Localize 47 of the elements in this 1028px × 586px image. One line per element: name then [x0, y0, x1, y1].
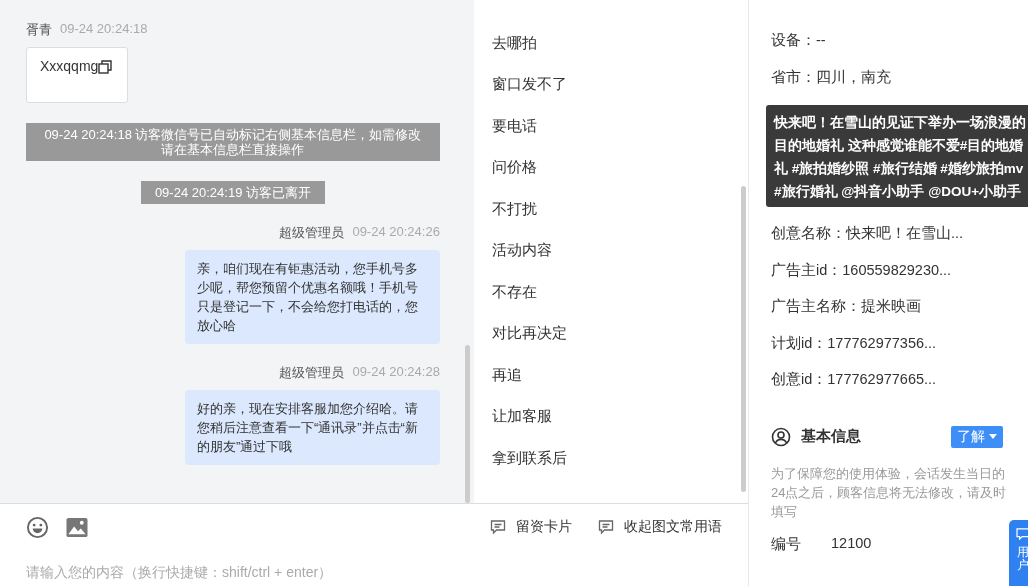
- phrase-item[interactable]: 不存在: [491, 271, 748, 313]
- phrase-item[interactable]: 问价格: [491, 147, 748, 189]
- caret-icon: [989, 434, 997, 439]
- scrollbar[interactable]: [464, 345, 470, 503]
- info-field: 创意id：177762977665...: [771, 371, 937, 387]
- notice-text: 为了保障您的使用体验，会话发生当日的24点之后，顾客信息将无法修改，请及时填写: [771, 464, 1008, 521]
- phrase-item[interactable]: 对比再决定: [491, 313, 748, 355]
- phrase-item[interactable]: 再追: [491, 354, 748, 396]
- info-field: 创意名称：快来吧！在雪山...: [771, 225, 964, 241]
- chat-bubble-icon: [1016, 528, 1028, 540]
- chat-bubble-icon: [490, 519, 506, 535]
- message-time: 09-24 20:24:18: [60, 21, 148, 38]
- info-field: 广告主名称：提米映画: [771, 298, 921, 314]
- action-button[interactable]: 留资卡片: [490, 518, 572, 536]
- message-bubble: Xxxqqmg: [26, 47, 128, 103]
- phrase-item[interactable]: 让加客服: [491, 396, 748, 438]
- system-notice: 09-24 20:24:18 访客微信号已自动标记右侧基本信息栏，如需修改请在基本信息栏直接操作: [26, 123, 440, 161]
- info-field: 省市：四川，南充: [771, 68, 891, 85]
- message-time: 09-24 20:24:26: [352, 224, 440, 241]
- field-value: 12100: [831, 534, 872, 553]
- scrollbar[interactable]: [741, 186, 746, 492]
- phrase-item[interactable]: 窗口发不了: [491, 64, 748, 106]
- message-bubble: 亲，咱们现在有钜惠活动，您手机号多少呢，帮您预留个优惠名额哦！手机号只是登记一下，不会给您打电话的，您放心哈: [184, 250, 440, 344]
- phrase-item[interactable]: 拿到联系后: [491, 437, 748, 479]
- message-time: 09-24 20:24:28: [352, 364, 440, 381]
- floating-user-button[interactable]: 用户: [1009, 520, 1028, 586]
- phrase-item[interactable]: 去哪拍: [491, 22, 748, 64]
- chat-bubble-icon: [598, 519, 614, 535]
- message-bubble: 好的亲，现在安排客服加您介绍哈。请您稍后注意查看一下“通讯录”并点击“新的朋友”通过下哦: [184, 390, 440, 465]
- info-field: 设备：--: [771, 32, 826, 48]
- copy-icon[interactable]: [98, 60, 113, 74]
- emoji-icon[interactable]: [26, 515, 49, 539]
- tooltip: 快来吧！在雪山的见证下举办一场浪漫的目的地婚礼 这种感觉谁能不爱#目的地婚礼 #旅拍婚纱照 #旅行结婚 #婚纱旅拍mv #旅行婚礼 @抖音小助手 @DOU+小助手: [766, 105, 1028, 207]
- phrase-item[interactable]: 活动内容: [491, 230, 748, 272]
- phrase-item[interactable]: 不打扰: [491, 188, 748, 230]
- user-icon: [771, 426, 791, 447]
- sender-name: 超级管理员: [279, 224, 345, 242]
- field-label: 编号: [771, 534, 801, 554]
- section-title: 基本信息: [801, 427, 861, 446]
- phrase-item[interactable]: 要电话: [491, 105, 748, 147]
- action-button[interactable]: 收起图文常用语: [598, 518, 722, 536]
- info-field: 计划id：177762977356...: [771, 334, 937, 351]
- sender-name: 超级管理员: [279, 364, 345, 382]
- sender-name: 胥青: [26, 21, 52, 39]
- info-field: 广告主id：160559829230...: [771, 261, 952, 278]
- image-icon[interactable]: [65, 516, 89, 538]
- system-notice: 09-24 20:24:19 访客已离开: [140, 181, 325, 204]
